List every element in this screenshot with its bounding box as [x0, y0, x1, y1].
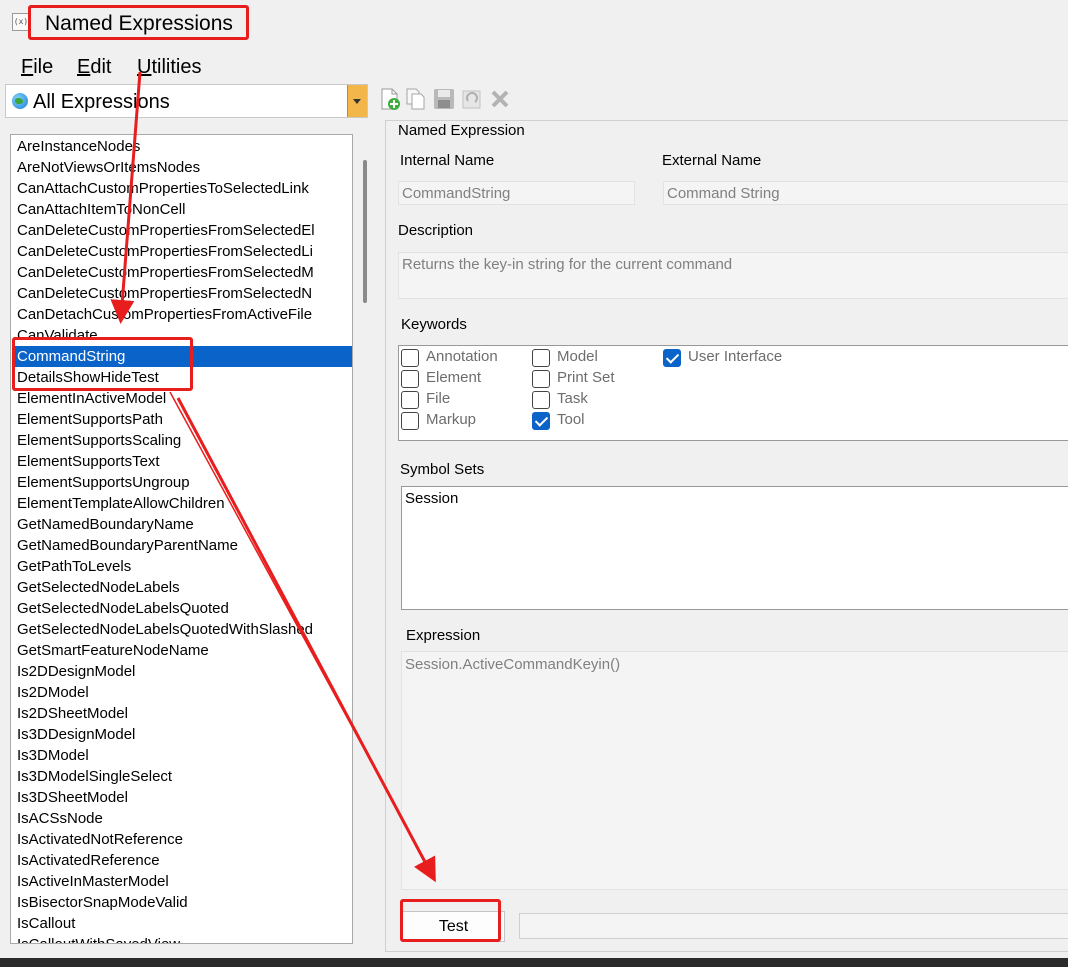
list-item[interactable]: Is3DSheetModel — [17, 787, 128, 808]
keyword-checkbox[interactable] — [401, 412, 419, 430]
list-item[interactable]: ElementSupportsPath — [17, 409, 163, 430]
list-item[interactable]: CanAttachItemToNonCell — [17, 199, 185, 220]
test-result-field — [519, 913, 1068, 939]
list-item[interactable]: GetSelectedNodeLabelsQuoted — [17, 598, 229, 619]
list-item[interactable]: GetSelectedNodeLabels — [17, 577, 180, 598]
keyword-label: User Interface — [688, 348, 783, 365]
expression-icon: (x) — [12, 13, 30, 31]
chevron-down-icon[interactable] — [347, 85, 367, 117]
symbol-sets-label: Symbol Sets — [400, 461, 485, 478]
keyword-checkbox[interactable] — [401, 370, 419, 388]
list-item[interactable]: IsACSsNode — [17, 808, 103, 829]
keyword-label: Print Set — [557, 369, 615, 386]
named-expressions-window: (x) Named Expressions File Edit Utilitie… — [0, 0, 1068, 958]
menu-utilities[interactable]: Utilities — [137, 56, 201, 79]
menu-file[interactable]: File — [21, 56, 53, 79]
expression-label: Expression — [406, 627, 481, 644]
list-item[interactable]: Is2DSheetModel — [17, 703, 128, 724]
list-item[interactable]: IsActivatedReference — [17, 850, 160, 871]
refresh-icon[interactable] — [460, 86, 484, 112]
list-scrollbar-thumb[interactable] — [363, 160, 367, 303]
list-item[interactable]: ElementSupportsUngroup — [17, 472, 190, 493]
window-title: Named Expressions — [45, 12, 233, 35]
list-item[interactable]: DetailsShowHideTest — [17, 367, 159, 388]
copy-icon[interactable] — [404, 86, 428, 112]
list-item[interactable]: CanDetachCustomPropertiesFromActiveFile — [17, 304, 312, 325]
list-item[interactable]: CanDeleteCustomPropertiesFromSelectedN — [17, 283, 312, 304]
symbol-sets-list[interactable]: Session — [401, 486, 1068, 610]
description-field[interactable]: Returns the key-in string for the curren… — [398, 252, 1068, 299]
menu-edit[interactable]: Edit — [77, 56, 111, 79]
title-bar: (x) Named Expressions — [0, 0, 1068, 46]
keywords-label: Keywords — [401, 316, 467, 333]
list-item[interactable]: AreNotViewsOrItemsNodes — [17, 157, 200, 178]
list-item[interactable]: IsActivatedNotReference — [17, 829, 183, 850]
list-item[interactable]: AreInstanceNodes — [17, 136, 140, 157]
save-icon[interactable] — [432, 86, 456, 112]
new-expression-icon[interactable] — [378, 86, 402, 112]
keyword-checkbox[interactable] — [532, 391, 550, 409]
keyword-checkbox[interactable] — [401, 391, 419, 409]
keyword-label: Tool — [557, 411, 585, 428]
filter-selected-value: All Expressions — [33, 91, 170, 113]
list-item[interactable]: IsBisectorSnapModeValid — [17, 892, 188, 913]
keyword-label: Element — [426, 369, 482, 386]
keyword-checkbox[interactable] — [401, 349, 419, 367]
keywords-box: Annotation Element File Markup Model Print Se… — [398, 345, 1068, 441]
list-item[interactable]: Is3DModel — [17, 745, 89, 766]
keyword-label: File — [426, 390, 451, 407]
expression-field[interactable]: Session.ActiveCommandKeyin() — [401, 651, 1068, 890]
list-item[interactable]: CanValidate — [17, 325, 98, 346]
test-button[interactable]: Test — [402, 911, 505, 942]
keyword-checkbox[interactable] — [663, 349, 681, 367]
keyword-label: Annotation — [426, 348, 498, 365]
list-item[interactable]: CanDeleteCustomPropertiesFromSelectedM — [17, 262, 314, 283]
expression-list[interactable]: AreInstanceNodes AreNotViewsOrItemsNodes C… — [10, 134, 353, 944]
menu-bar: File Edit Utilities — [0, 54, 1068, 82]
group-title: Named Expression — [396, 122, 527, 139]
list-item[interactable]: IsActiveInMasterModel — [17, 871, 169, 892]
list-item[interactable]: GetSelectedNodeLabelsQuotedWithSlashed — [17, 619, 313, 640]
list-item[interactable]: Is3DDesignModel — [17, 724, 135, 745]
list-item[interactable]: IsCalloutWithSavedView — [17, 934, 180, 943]
list-item[interactable]: Is2DDesignModel — [17, 661, 135, 682]
list-item[interactable]: Is3DModelSingleSelect — [17, 766, 172, 787]
list-item[interactable]: CanAttachCustomPropertiesToSelectedLink — [17, 178, 309, 199]
keyword-label: Model — [557, 348, 598, 365]
description-label: Description — [398, 222, 474, 239]
delete-icon[interactable] — [488, 86, 512, 112]
keyword-checkbox[interactable] — [532, 412, 550, 430]
list-item[interactable]: Is2DModel — [17, 682, 89, 703]
keyword-label: Task — [557, 390, 588, 407]
list-item[interactable]: GetPathToLevels — [17, 556, 131, 577]
list-item[interactable]: GetNamedBoundaryParentName — [17, 535, 238, 556]
symbol-set-item[interactable]: Session — [405, 490, 458, 507]
list-item[interactable]: IsCallout — [17, 913, 75, 934]
internal-name-label: Internal Name — [400, 152, 495, 169]
list-item[interactable]: ElementTemplateAllowChildren — [17, 493, 225, 514]
list-item[interactable]: CanDeleteCustomPropertiesFromSelectedEl — [17, 220, 315, 241]
internal-name-field[interactable]: CommandString — [398, 181, 635, 205]
external-name-label: External Name — [662, 152, 762, 169]
keyword-label: Markup — [426, 411, 477, 428]
list-item[interactable]: CanDeleteCustomPropertiesFromSelectedLi — [17, 241, 313, 262]
external-name-field[interactable]: Command String — [663, 181, 1068, 205]
list-item[interactable]: ElementInActiveModel — [17, 388, 166, 409]
list-item[interactable]: CommandString — [14, 346, 352, 367]
keyword-checkbox[interactable] — [532, 349, 550, 367]
list-item[interactable]: ElementSupportsText — [17, 451, 160, 472]
list-item[interactable]: GetNamedBoundaryName — [17, 514, 194, 535]
list-item[interactable]: GetSmartFeatureNodeName — [17, 640, 209, 661]
list-item[interactable]: ElementSupportsScaling — [17, 430, 181, 451]
expression-filter-dropdown[interactable]: All Expressions — [5, 84, 368, 118]
globe-icon — [12, 93, 28, 109]
keyword-checkbox[interactable] — [532, 370, 550, 388]
